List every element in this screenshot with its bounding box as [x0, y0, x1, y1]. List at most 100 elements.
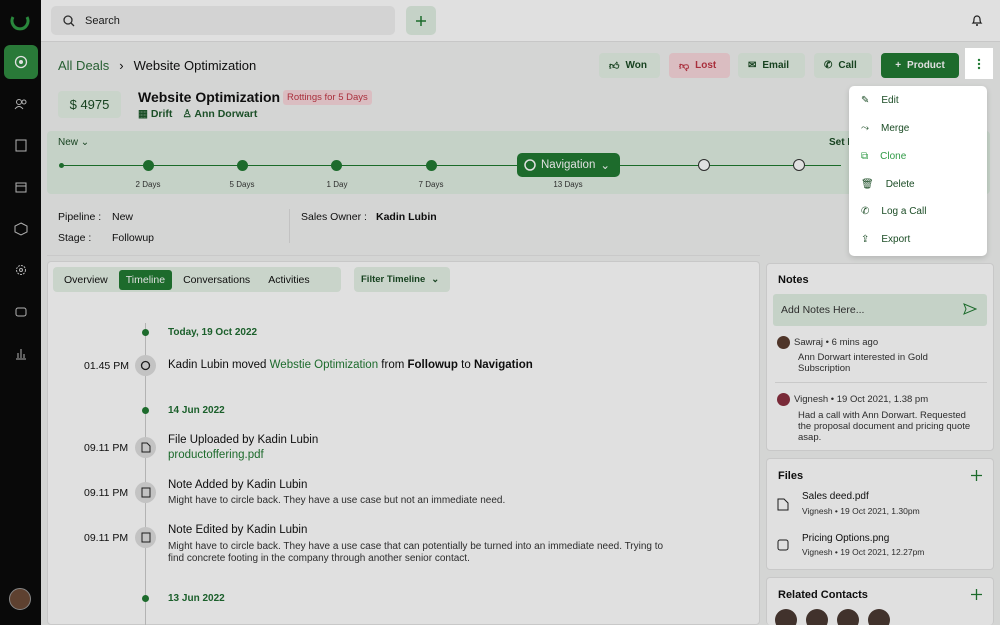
file-icon: [135, 437, 156, 458]
event-time: 01.45 PM: [84, 360, 129, 372]
sidebar-item-products[interactable]: [4, 212, 38, 246]
notes-input[interactable]: Add Notes Here...: [773, 294, 987, 326]
email-button[interactable]: ✉ Email: [738, 53, 805, 78]
stage-dot[interactable]: [143, 160, 154, 171]
sidebar-item-calendar[interactable]: [4, 170, 38, 204]
plus-icon[interactable]: [971, 470, 982, 481]
event-text: to: [457, 359, 474, 371]
menu-item-clone[interactable]: ⧉ Clone: [853, 141, 976, 171]
avatar[interactable]: [775, 609, 797, 625]
call-button[interactable]: ✆ Call: [814, 53, 872, 78]
menu-label: Edit: [881, 94, 899, 106]
lost-button[interactable]: 👎︎ Lost: [669, 53, 730, 78]
menu-item-delete[interactable]: 🗑︎ Delete: [853, 171, 983, 197]
sidebar-item-contacts[interactable]: [4, 87, 38, 121]
contact-link[interactable]: ♙ Ann Dorwart: [182, 108, 257, 120]
top-bar: Search: [41, 0, 1000, 42]
stage-dot-empty[interactable]: [793, 159, 805, 171]
stage-duration: 2 Days: [135, 180, 161, 189]
avatar[interactable]: [806, 609, 828, 625]
sidebar-item-support[interactable]: [4, 295, 38, 329]
won-button[interactable]: 👍︎ Won: [599, 53, 660, 78]
note-author: Sawraj • 6 mins ago: [794, 337, 879, 349]
plus-icon[interactable]: [971, 589, 982, 600]
menu-label: Clone: [880, 150, 907, 162]
user-avatar[interactable]: [9, 588, 31, 610]
stage-dot[interactable]: [426, 160, 437, 171]
breadcrumb-all-deals[interactable]: All Deals: [58, 58, 109, 73]
current-stage-pill[interactable]: Navigation ⌄: [517, 153, 620, 177]
date-marker: [142, 407, 149, 414]
deal-amount: $ 4975: [58, 91, 121, 118]
event-text: Might have to circle back. They have a u…: [168, 495, 506, 506]
menu-item-log-call[interactable]: ✆ Log a Call: [853, 198, 983, 224]
event-title: File Uploaded by Kadin Lubin: [168, 434, 319, 446]
stage-duration: 13 Days: [553, 180, 583, 189]
note-icon: [135, 527, 156, 548]
menu-item-export[interactable]: ⇪ Export: [853, 226, 983, 252]
menu-item-merge[interactable]: ⤳ Merge: [853, 115, 983, 141]
set-stage-label[interactable]: Set I: [829, 137, 850, 148]
chevron-down-icon: ⌄: [431, 274, 440, 285]
avatar: [777, 393, 790, 406]
mail-icon: ✉: [748, 60, 757, 71]
upload-icon: ⇪: [861, 233, 870, 245]
tab-conversations[interactable]: Conversations: [176, 270, 257, 290]
chat-icon: [15, 307, 27, 317]
sidebar: [0, 0, 41, 625]
pipeline-label: Pipeline :: [58, 211, 102, 223]
avatar[interactable]: [837, 609, 859, 625]
event-text: find concrete footing in the company thr…: [168, 553, 470, 564]
quick-add-button[interactable]: [406, 6, 436, 35]
bar-chart-icon: [16, 349, 26, 360]
menu-item-edit[interactable]: ✎ Edit: [853, 87, 983, 113]
files-title: Files: [778, 470, 804, 482]
event-time: 09.11 PM: [84, 487, 129, 499]
sidebar-item-reports[interactable]: [4, 337, 38, 371]
stage-dot[interactable]: [237, 160, 248, 171]
send-icon[interactable]: [963, 302, 977, 316]
stage-dot-empty[interactable]: [698, 159, 710, 171]
phone-icon: ✆: [824, 60, 833, 71]
more-options-button[interactable]: [965, 48, 993, 79]
note-text: Had a call with Ann Dorwart. Requested: [798, 410, 966, 421]
stage-value: Followup: [112, 232, 155, 244]
plus-icon: [416, 15, 426, 26]
file-name[interactable]: Pricing Options.png: [802, 533, 889, 544]
file-meta: Vignesh • 19 Oct 2021, 12.27pm: [802, 547, 925, 557]
logo-icon: [10, 16, 30, 31]
from-stage: Followup: [407, 359, 458, 371]
filter-timeline-dropdown[interactable]: Filter Timeline ⌄: [354, 267, 450, 292]
file-name[interactable]: Sales deed.pdf: [802, 491, 869, 502]
stage-dot[interactable]: [59, 163, 64, 168]
sidebar-item-settings[interactable]: [4, 253, 38, 287]
merge-icon: ⤳: [861, 122, 869, 134]
target-icon: [14, 55, 28, 69]
tab-timeline[interactable]: Timeline: [118, 269, 173, 290]
file-meta: Vignesh • 19 Oct 2021, 1.30pm: [802, 506, 920, 516]
current-stage-label: Navigation: [541, 159, 596, 171]
file-link[interactable]: productoffering.pdf: [168, 449, 264, 461]
owner-label: Sales Owner :: [301, 211, 367, 223]
sidebar-item-companies[interactable]: [4, 128, 38, 162]
stage-label: Stage :: [58, 232, 92, 244]
users-icon: [14, 99, 27, 110]
product-label: Product: [907, 60, 945, 71]
tab-overview[interactable]: Overview: [57, 270, 115, 290]
company-link[interactable]: ▦ Drift: [138, 108, 172, 120]
add-product-button[interactable]: + Product: [881, 53, 959, 78]
event-move: Kadin Lubin moved Webstie Optimization f…: [168, 359, 533, 371]
copy-icon: ⧉: [861, 150, 869, 162]
sidebar-item-deals[interactable]: [4, 45, 38, 79]
search-input[interactable]: Search: [51, 6, 395, 35]
pipeline-selector[interactable]: New ⌄: [58, 137, 89, 148]
tab-activities[interactable]: Activities: [261, 270, 316, 290]
deal-link[interactable]: Webstie Optimization: [270, 359, 378, 371]
plus-icon: +: [895, 60, 902, 71]
pipeline-line: [61, 165, 841, 166]
to-stage: Navigation: [473, 359, 533, 371]
notes-title: Notes: [778, 274, 809, 286]
avatar[interactable]: [868, 609, 890, 625]
bell-icon[interactable]: [971, 13, 983, 27]
stage-dot[interactable]: [331, 160, 342, 171]
